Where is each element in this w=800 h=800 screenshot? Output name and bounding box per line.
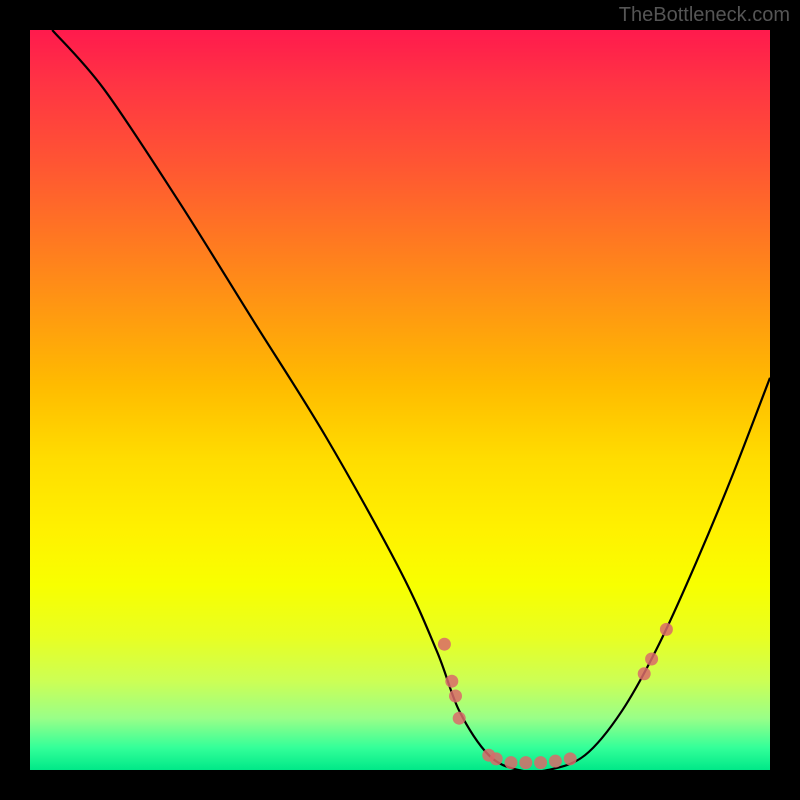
data-point xyxy=(449,690,462,703)
data-point xyxy=(519,756,532,769)
data-point xyxy=(438,638,451,651)
data-point xyxy=(490,752,503,765)
data-point xyxy=(453,712,466,725)
data-point xyxy=(445,675,458,688)
bottleneck-curve xyxy=(52,30,770,770)
data-point-markers xyxy=(438,623,673,769)
data-point xyxy=(505,756,518,769)
data-point xyxy=(564,752,577,765)
data-point xyxy=(549,755,562,768)
data-point xyxy=(660,623,673,636)
watermark-text: TheBottleneck.com xyxy=(619,4,790,27)
data-point xyxy=(645,653,658,666)
data-point xyxy=(638,667,651,680)
plot-area xyxy=(30,30,770,770)
chart-svg xyxy=(30,30,770,770)
data-point xyxy=(534,756,547,769)
